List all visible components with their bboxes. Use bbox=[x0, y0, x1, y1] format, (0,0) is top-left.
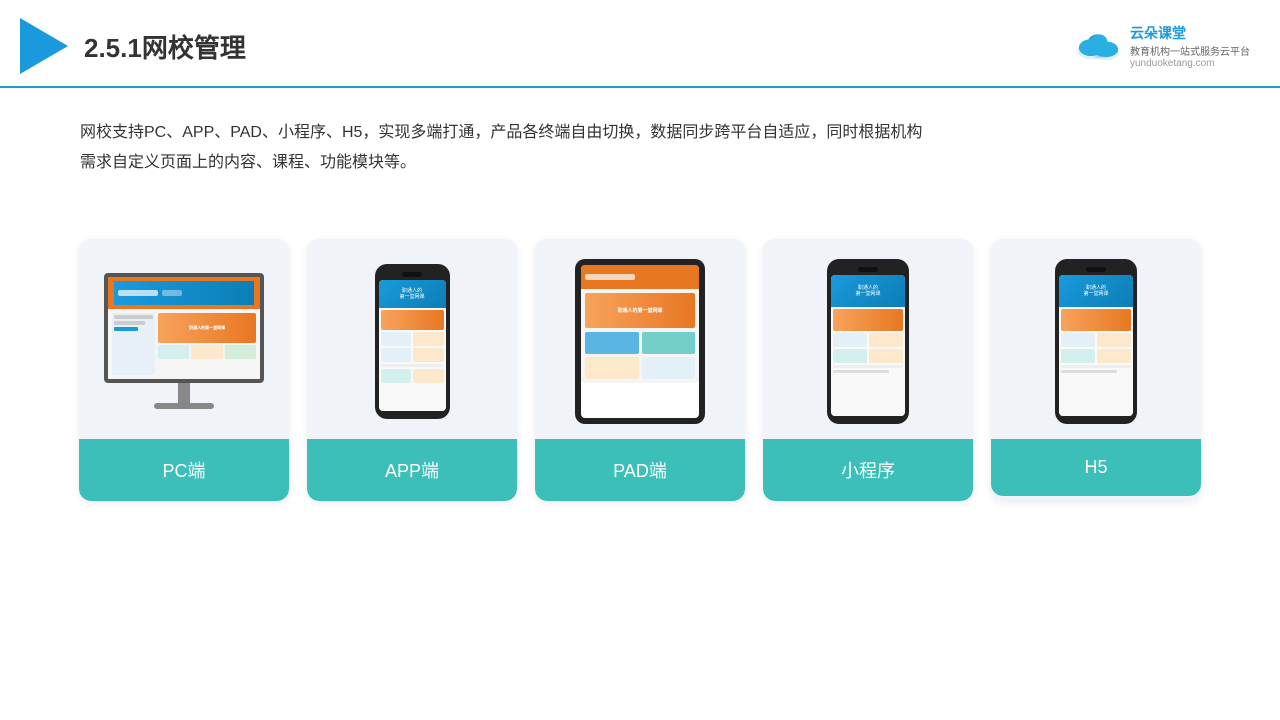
description-line1: 网校支持PC、APP、PAD、小程序、H5，实现多端打通，产品各终端自由切换，数… bbox=[80, 118, 1200, 148]
header-right: 云朵课堂 教育机构一站式服务云平台 yunduoketang.com bbox=[1074, 23, 1250, 69]
logo-brand: 云朵课堂 bbox=[1130, 23, 1250, 43]
card-h5: 职通人的第一堂网课 bbox=[991, 239, 1201, 501]
miniapp-phone-icon: 职通人的第一堂网课 bbox=[827, 259, 909, 424]
card-pad: 职通人的第一堂网课 PAD端 bbox=[535, 239, 745, 501]
card-miniapp: 职通人的第一堂网课 bbox=[763, 239, 973, 501]
pad-tablet-icon: 职通人的第一堂网课 bbox=[575, 259, 705, 424]
pc-monitor-icon: 职通人的第一堂网课 bbox=[104, 273, 264, 409]
card-pad-label: PAD端 bbox=[535, 439, 745, 501]
card-app-image: 职通人的第一堂网课 bbox=[307, 239, 517, 439]
cloud-logo: 云朵课堂 教育机构一站式服务云平台 yunduoketang.com bbox=[1074, 23, 1250, 69]
h5-phone-icon: 职通人的第一堂网课 bbox=[1055, 259, 1137, 424]
card-pc: 职通人的第一堂网课 bbox=[79, 239, 289, 501]
app-phone-icon: 职通人的第一堂网课 bbox=[375, 264, 450, 419]
header: 2.5.1网校管理 云朵课堂 教育机构一站式服务云平台 bbox=[0, 0, 1280, 88]
card-h5-label: H5 bbox=[991, 439, 1201, 496]
logo-triangle-icon bbox=[20, 18, 68, 74]
logo-url: yunduoketang.com bbox=[1130, 58, 1250, 69]
card-pc-image: 职通人的第一堂网课 bbox=[79, 239, 289, 439]
card-pad-image: 职通人的第一堂网课 bbox=[535, 239, 745, 439]
card-miniapp-image: 职通人的第一堂网课 bbox=[763, 239, 973, 439]
description-line2: 需求自定义页面上的内容、课程、功能模块等。 bbox=[80, 148, 1200, 178]
cards-container: 职通人的第一堂网课 bbox=[0, 209, 1280, 531]
card-h5-image: 职通人的第一堂网课 bbox=[991, 239, 1201, 439]
header-left: 2.5.1网校管理 bbox=[20, 18, 246, 74]
card-miniapp-label: 小程序 bbox=[763, 439, 973, 501]
card-app: 职通人的第一堂网课 bbox=[307, 239, 517, 501]
card-pc-label: PC端 bbox=[79, 439, 289, 501]
description: 网校支持PC、APP、PAD、小程序、H5，实现多端打通，产品各终端自由切换，数… bbox=[0, 88, 1280, 199]
cloud-icon bbox=[1074, 31, 1124, 61]
card-app-label: APP端 bbox=[307, 439, 517, 501]
logo-tagline: 教育机构一站式服务云平台 bbox=[1130, 43, 1250, 58]
page-title: 2.5.1网校管理 bbox=[84, 28, 246, 65]
logo-text-area: 云朵课堂 教育机构一站式服务云平台 yunduoketang.com bbox=[1130, 23, 1250, 69]
